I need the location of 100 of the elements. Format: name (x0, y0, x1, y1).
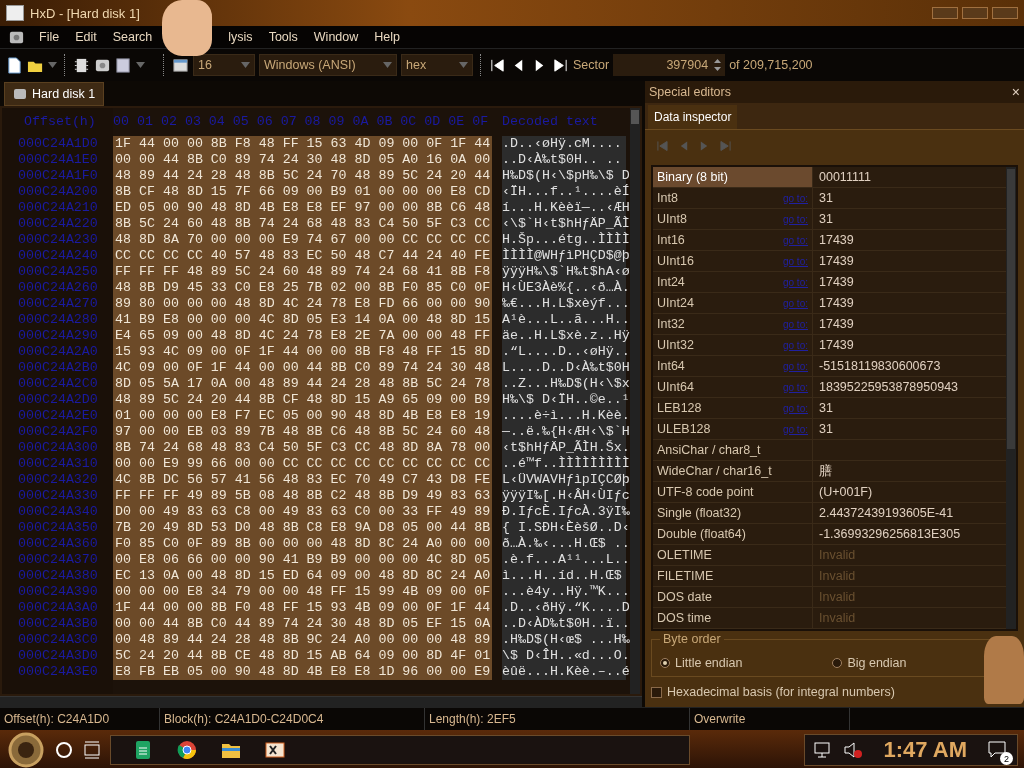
menu-item[interactable]: Tools (266, 29, 300, 45)
menu-item[interactable]: lysis (226, 29, 255, 45)
decoded-text-row: L‹ÜVWAVHƒìpIÇCØþ (502, 472, 627, 488)
hex-bytes-row: 00 00 00 E8 34 79 00 00 48 FF 15 99 4B 09 00 0F (113, 584, 493, 600)
type-cell[interactable]: UInt24 go to: (653, 293, 813, 313)
type-cell[interactable]: WideChar / char16_t (653, 461, 813, 481)
task-view-icon[interactable] (82, 740, 102, 760)
menu-item[interactable]: Search (110, 29, 155, 45)
offset-cell-text: 000C24A260 (17, 280, 99, 296)
search-icon[interactable] (54, 740, 74, 760)
menu-item[interactable]: Window (311, 29, 361, 45)
offset-cell-text: 000C24A250 (17, 264, 99, 280)
first-icon[interactable] (489, 56, 506, 74)
hex-bytes-row: CC CC CC CC 40 57 48 83 EC 50 48 C7 44 24 40 FE (113, 248, 493, 264)
browser-icon[interactable] (177, 740, 197, 760)
hex-bytes-row: 5C 24 20 44 8B CE 48 8D 15 AB 64 09 00 8D 4F 01 (113, 648, 493, 664)
menu-item[interactable]: File (37, 29, 62, 45)
offset-cell-text: 000C24A3A0 (17, 600, 99, 616)
panel-tab[interactable]: Data inspector (648, 105, 738, 129)
horizontal-scrollbar[interactable] (0, 696, 642, 707)
value-cell-text: 31 (818, 421, 834, 438)
checkbox-option[interactable]: Hexadecimal basis (for integral numbers) (651, 685, 895, 699)
type-cell[interactable]: Int24 go to: (653, 272, 813, 292)
offset-base-dropdown[interactable]: hex (401, 54, 473, 76)
clock[interactable]: 1:47 AM (883, 737, 967, 763)
offset-cell-text: 000C24A220 (17, 216, 99, 232)
window-icon[interactable] (172, 56, 189, 74)
bytes-per-row-dropdown[interactable]: 16 (193, 54, 255, 76)
menu-item[interactable]: Help (372, 29, 402, 45)
window-title: HxD - [Hard disk 1] (30, 5, 140, 21)
sector-field[interactable]: 397904 (613, 54, 726, 76)
decoded-text-row: ð…À.‰‹...H.Œ$ .. (502, 536, 627, 552)
decoded-header: Decoded text (502, 114, 599, 131)
hex-bytes-row: D0 00 49 83 63 C8 00 49 83 63 C0 00 33 FF 49 89 (113, 504, 493, 520)
menu-item[interactable]: Edit (73, 29, 99, 45)
caret-icon (383, 62, 392, 68)
decoded-text-row: ‹\$`H‹t$hHƒÄP_ÃÌ (502, 216, 627, 232)
hex-bytes-row: 00 48 89 44 24 28 48 8B 9C 24 A0 00 00 00 48 89 (113, 632, 493, 648)
type-cell[interactable]: AnsiChar / char8_t (653, 440, 813, 460)
type-cell[interactable]: Single (float32) (653, 503, 813, 523)
type-cell[interactable]: Binary (8 bit) (653, 167, 813, 187)
decoded-text-row: ‹t$hHƒÄP_ÃÌH.Šx. (502, 440, 627, 456)
decoded-text-row: H‰D$(H‹\$pH‰\$ D (502, 168, 627, 184)
hex-bytes-row: 48 89 5C 24 20 44 8B CF 48 8D 15 A9 65 09 00 B9 (113, 392, 493, 408)
type-cell[interactable]: UInt8 go to: (653, 209, 813, 229)
type-cell[interactable]: UInt64 go to: (653, 377, 813, 397)
offset-cell-text: 000C24A300 (17, 440, 99, 456)
vertical-scrollbar[interactable] (1006, 167, 1016, 629)
offset-cell-text: 000C24A1F0 (17, 168, 99, 184)
type-cell[interactable]: UTF-8 code point (653, 482, 813, 502)
type-cell[interactable]: Int32 go to: (653, 314, 813, 334)
spinner-icon[interactable] (714, 58, 722, 72)
hex-bytes-row: 7B 20 49 8D 53 D0 48 8B C8 E8 9A D8 05 00 44 8B (113, 520, 493, 536)
decoded-text-row: H.Šp...étg..ÌÌÌÌ (502, 232, 627, 248)
offset-cell-text: 000C24A360 (17, 536, 99, 552)
new-file-icon[interactable] (6, 56, 23, 74)
checkbox[interactable] (651, 686, 662, 698)
type-cell[interactable]: Double (float64) (653, 524, 813, 544)
type-cell[interactable]: UInt16 go to: (653, 251, 813, 271)
value-cell-text: 17439 (818, 232, 855, 249)
decoded-text-row: ‹ÏH...f..¹....èÍ (502, 184, 627, 200)
close-button[interactable]: × (1011, 84, 1020, 100)
decoded-text-row: ÿÿÿH‰\$`H‰t$hA‹ø (502, 264, 627, 280)
sector-total: of 209,715,200 (729, 58, 813, 72)
muted-speaker-icon[interactable] (843, 740, 864, 760)
hex-bytes-row: 4C 09 00 0F 1F 44 00 00 44 8B C0 89 74 24 30 48 (113, 360, 493, 376)
value-cell-text: Invalid (818, 568, 857, 585)
offset-cell-text: 000C24A3E0 (17, 664, 99, 680)
type-cell[interactable]: ULEB128 go to: (653, 419, 813, 439)
hex-bytes-row: F0 85 C0 0F 89 8B 00 00 00 48 8D 8C 24 A0 00 00 (113, 536, 493, 552)
type-cell[interactable]: UInt32 go to: (653, 335, 813, 355)
hex-bytes-row: 41 B9 E8 00 00 00 4C 8D 05 E3 14 0A 00 48 8D 15 (113, 312, 493, 328)
radio-option[interactable]: Little endian (660, 656, 743, 670)
type-cell[interactable]: Int16 go to: (653, 230, 813, 250)
radio-icon[interactable] (832, 658, 843, 668)
notification-badge: 2 (1000, 752, 1013, 765)
value-cell-text: Invalid (818, 610, 857, 627)
hex-editor-icon[interactable] (265, 740, 285, 760)
value-cell-text: 17439 (818, 295, 855, 312)
decoded-text-row: —..ë.‰{H‹ÆH‹\$`H (502, 424, 627, 440)
decoded-text-row: \$ D‹ÎH..«d...O. (502, 648, 627, 664)
decoded-text-row: ÿÿÿI‰[.H‹ÂH‹ÙIƒc (502, 488, 627, 504)
offset-header: Offset(h) (23, 114, 97, 131)
document-app-icon[interactable] (133, 740, 153, 760)
chip-icon[interactable] (73, 56, 90, 74)
last-icon[interactable] (552, 56, 569, 74)
hex-bytes-row: 48 8B D9 45 33 C0 E8 25 7B 02 00 8B F0 85 C0 0F (113, 280, 493, 296)
vertical-scrollbar[interactable] (630, 108, 640, 694)
sticker-placeholder (162, 0, 212, 56)
charset-dropdown[interactable]: Windows (ANSI) (259, 54, 397, 76)
type-cell[interactable]: LEB128 go to: (653, 398, 813, 418)
radio-option[interactable]: Big endian (832, 656, 907, 670)
decoded-text-row: A¹è...L..ã...H.. (502, 312, 627, 328)
decoded-text-row: H‰\$ D‹ÏH..©e..¹ (502, 392, 627, 408)
start-button[interactable] (6, 732, 46, 768)
app-icon (6, 5, 24, 21)
type-cell[interactable]: Int8 go to: (653, 188, 813, 208)
type-cell[interactable]: Int64 go to: (653, 356, 813, 376)
radio-icon[interactable] (660, 658, 670, 668)
document-tab[interactable]: Hard disk 1 (4, 82, 105, 106)
